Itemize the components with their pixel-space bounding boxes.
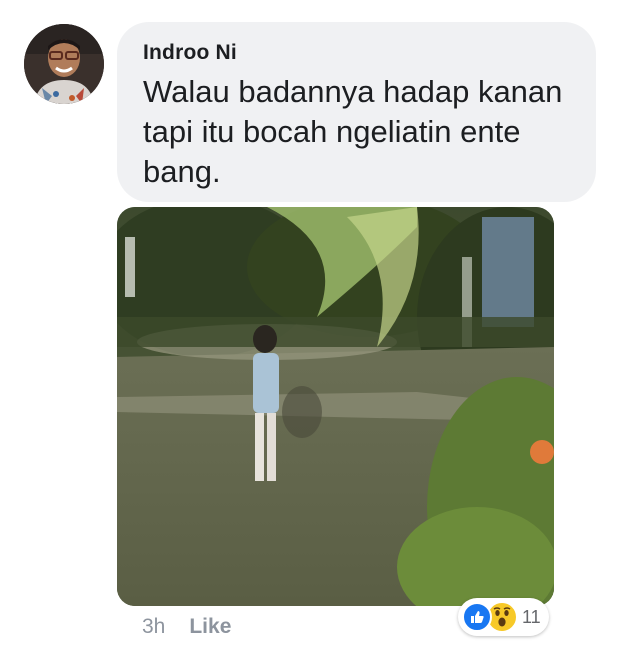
reaction-count: 11 (522, 606, 541, 627)
reactions-summary[interactable]: 11 (458, 598, 549, 636)
like-icon (462, 602, 492, 632)
comment-author[interactable]: Indroo Ni (143, 40, 570, 66)
comment-text: Walau badannya hadap kanan tapi itu boca… (143, 74, 563, 189)
avatar[interactable] (24, 24, 104, 104)
park-photo-icon (117, 207, 554, 606)
like-link[interactable]: Like (189, 615, 231, 639)
comment: Indroo Ni Walau badannya hadap kanan tap… (0, 0, 639, 660)
comment-time[interactable]: 3h (142, 615, 165, 639)
photo-attachment[interactable] (117, 207, 554, 606)
avatar-photo-icon (24, 24, 104, 104)
comment-meta: 3h Like (142, 615, 231, 639)
comment-bubble: Indroo Ni Walau badannya hadap kanan tap… (117, 22, 596, 202)
